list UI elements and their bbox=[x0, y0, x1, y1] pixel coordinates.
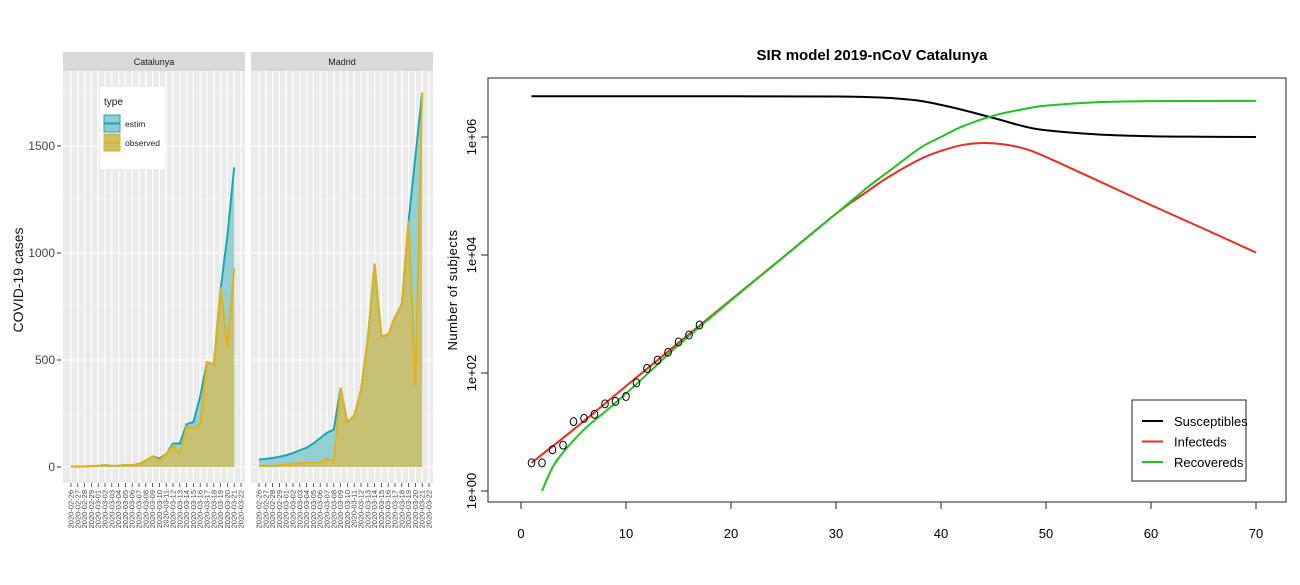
x-tick-label: 30 bbox=[829, 526, 843, 541]
legend: type estim observed bbox=[100, 87, 165, 169]
legend-label: Recovereds bbox=[1174, 455, 1244, 470]
y-axis-label: COVID-19 cases bbox=[10, 227, 26, 332]
y-tick-label: 1000 bbox=[28, 246, 55, 260]
observed-point bbox=[559, 440, 567, 450]
facet-strip-label: Catalunya bbox=[134, 57, 175, 67]
legend-title: type bbox=[104, 97, 123, 108]
y-tick-label: 1e+06 bbox=[464, 119, 479, 156]
legend-label: observed bbox=[125, 138, 160, 148]
legend-label: Susceptibles bbox=[1174, 414, 1248, 429]
x-tick-label: 70 bbox=[1249, 526, 1263, 541]
y-tick-label: 1500 bbox=[28, 139, 55, 153]
y-tick-label: 1e+00 bbox=[464, 473, 479, 510]
legend: Susceptibles Infecteds Recovereds bbox=[1131, 399, 1248, 482]
facet-chart: COVID-19 cases 0 500 1000 1500 Catalunya 2020… bbox=[10, 52, 434, 528]
line-susceptibles bbox=[531, 95, 1257, 138]
x-tick-label: 2020-03-22 bbox=[425, 490, 434, 528]
chart-title: SIR model 2019-nCoV Catalunya bbox=[757, 47, 989, 64]
legend-label: estim bbox=[125, 119, 145, 129]
sir-chart: SIR model 2019-nCoV Catalunya Number of … bbox=[445, 47, 1287, 541]
x-tick-label: 10 bbox=[619, 526, 633, 541]
y-tick-label: 500 bbox=[35, 353, 55, 367]
observed-point bbox=[538, 458, 546, 468]
x-tick-label: 20 bbox=[724, 526, 738, 541]
observed-point bbox=[569, 417, 578, 427]
y-axis-label: Number of subjects bbox=[445, 230, 460, 351]
x-tick-label: 0 bbox=[517, 526, 524, 541]
facet-strip-label: Madrid bbox=[328, 57, 356, 67]
y-tick-label: 0 bbox=[48, 460, 55, 474]
facet-panel-madrid: Madrid2020-02-262020-02-272020-02-282020… bbox=[251, 52, 434, 528]
x-tick-label: 60 bbox=[1144, 526, 1158, 541]
y-tick-label: 1e+04 bbox=[464, 237, 479, 274]
legend-label: Infecteds bbox=[1174, 435, 1227, 450]
x-tick-label: 40 bbox=[934, 526, 948, 541]
x-tick-label: 2020-03-22 bbox=[237, 490, 246, 528]
y-tick-label: 1e+02 bbox=[464, 355, 479, 392]
figure: COVID-19 cases 050010001500Catalunya2020… bbox=[10, 47, 1287, 541]
x-tick-label: 50 bbox=[1039, 526, 1053, 541]
